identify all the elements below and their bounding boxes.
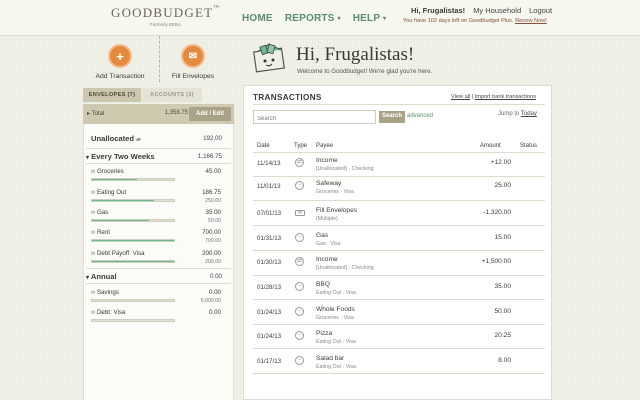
transaction-links: View all | Import bank transactions <box>451 94 536 100</box>
group-every-two-weeks[interactable]: ▾ Every Two Weeks <box>86 152 155 161</box>
expense-icon: − <box>295 233 304 242</box>
add-edit-button[interactable]: Add / Edit <box>189 107 231 121</box>
chevron-down-icon: ▾ <box>383 16 387 22</box>
column-amount[interactable]: Amount <box>480 143 501 149</box>
top-header: GOODBUDGET™ Formerly EEBA HOME REPORTS ▾… <box>0 0 640 36</box>
envelope-progress <box>91 260 175 263</box>
divider <box>86 283 231 284</box>
user-greeting: Hi, Frugalistas! My Household Logout <box>411 6 552 15</box>
envelope-icon: ✉ <box>91 230 96 236</box>
tag-icon: ▰ <box>136 137 141 143</box>
household-link[interactable]: My Household <box>473 6 521 15</box>
nav-home[interactable]: HOME <box>242 13 273 24</box>
envelope-icon: ✉ <box>91 190 96 196</box>
column-date[interactable]: Date <box>257 143 270 149</box>
envelope-icon: ✉ <box>295 210 305 216</box>
unallocated-value: 192.00 <box>203 135 222 142</box>
expense-icon: − <box>295 181 304 190</box>
jump-to-today: Jump to Today <box>498 111 537 117</box>
chevron-down-icon: ▾ <box>86 275 90 281</box>
envelope-progress <box>91 219 175 222</box>
divider <box>253 275 545 276</box>
transactions-title: TRANSACTIONS <box>253 93 322 102</box>
transfer-icon: ⇄ <box>295 257 304 266</box>
transfer-icon: ⇄ <box>295 158 304 167</box>
divider <box>253 373 545 374</box>
divider <box>86 268 231 269</box>
envelope-eating-out[interactable]: ✉ Eating Out 186.75 250.00 <box>91 189 225 211</box>
envelope-icon: ✉ <box>91 251 96 257</box>
envelope-icon: ✉ <box>91 310 96 316</box>
envelope-progress <box>91 319 175 322</box>
expense-icon: − <box>295 282 304 291</box>
column-type[interactable]: Type <box>294 143 307 149</box>
transaction-row[interactable]: 11/01/13− Safeway Groceries · Visa 25.00 <box>253 178 545 202</box>
divider <box>253 152 545 153</box>
plus-icon: + <box>108 44 132 68</box>
divider <box>253 250 545 251</box>
envelope-rent[interactable]: ✉ Rent 700.00 700.00 <box>91 229 225 251</box>
envelope-gas[interactable]: ✉ Gas 35.00 50.00 <box>91 209 225 231</box>
greeting-text: Hi, Frugalistas! <box>411 6 466 15</box>
main-nav: HOME REPORTS ▾ HELP ▾ <box>242 13 386 24</box>
divider <box>253 104 545 105</box>
divider <box>253 225 545 226</box>
add-transaction-button[interactable]: + Add Transaction <box>80 44 160 80</box>
renew-link[interactable]: Renew Now! <box>515 18 547 24</box>
logout-link[interactable]: Logout <box>529 6 552 15</box>
welcome-text: Welcome to Goodbudget! We're glad you're… <box>297 68 433 75</box>
group-annual[interactable]: ▾ Annual <box>86 272 117 281</box>
envelope-icon: ✉ <box>91 290 96 296</box>
tab-envelopes[interactable]: ENVELOPES (7) <box>83 88 141 102</box>
envelope-progress <box>91 199 175 202</box>
divider <box>253 348 545 349</box>
expense-icon: − <box>295 356 304 365</box>
import-link[interactable]: Import bank transactions <box>475 94 536 100</box>
expense-icon: − <box>295 331 304 340</box>
envelope-savings[interactable]: ✉ Savings 0.00 5,000.00 <box>91 289 225 311</box>
envelope-icon: ✉ <box>91 169 96 175</box>
today-link[interactable]: Today <box>521 111 537 117</box>
divider <box>253 299 545 300</box>
sidebar-tabs: ENVELOPES (7) ACCOUNTS (3) <box>83 88 234 102</box>
search-input[interactable] <box>253 110 376 124</box>
total-value: 1,358.75 <box>164 110 188 116</box>
view-all-link[interactable]: View all <box>451 94 470 100</box>
total-label: ▸ Total <box>87 111 105 117</box>
goodbudget-logo[interactable]: GOODBUDGET™ <box>111 5 220 21</box>
divider <box>253 176 545 177</box>
advanced-search-link[interactable]: advanced <box>407 113 433 119</box>
divider <box>86 163 231 164</box>
chevron-down-icon: ▾ <box>337 16 341 22</box>
envelope-icon: ✉ <box>91 210 96 216</box>
envelope-groceries[interactable]: ✉ Groceries 45.00 <box>91 168 225 190</box>
plus-notice: You have 102 days left on Goodbudget Plu… <box>403 18 547 24</box>
column-status[interactable]: Status <box>520 143 537 149</box>
divider <box>253 200 545 201</box>
tab-accounts[interactable]: ACCOUNTS (3) <box>142 88 202 102</box>
envelope-mascot-icon <box>253 43 285 73</box>
chevron-down-icon: ▾ <box>86 155 90 161</box>
envelope-progress <box>91 178 175 181</box>
envelope-fill-icon: ✉ <box>181 44 205 68</box>
column-payee[interactable]: Payee <box>316 143 333 149</box>
envelope-progress <box>91 299 175 302</box>
envelope-debt-visa[interactable]: ✉ Debt: Visa 0.00 <box>91 309 225 331</box>
divider <box>86 148 231 149</box>
envelope-progress <box>91 239 175 242</box>
search-button[interactable]: Search <box>379 111 405 123</box>
unallocated-label: Unallocated ▰ <box>91 134 141 143</box>
nav-reports[interactable]: REPORTS ▾ <box>285 13 341 24</box>
divider <box>253 324 545 325</box>
logo-subtitle: Formerly EEBA <box>150 22 182 27</box>
nav-help[interactable]: HELP ▾ <box>353 13 387 24</box>
fill-envelopes-button[interactable]: ✉ Fill Envelopes <box>153 44 233 80</box>
group-value: 1,166.75 <box>197 153 222 160</box>
page-title: Hi, Frugalistas! <box>296 44 415 65</box>
group-value: 0.00 <box>209 273 222 280</box>
expense-icon: − <box>295 307 304 316</box>
